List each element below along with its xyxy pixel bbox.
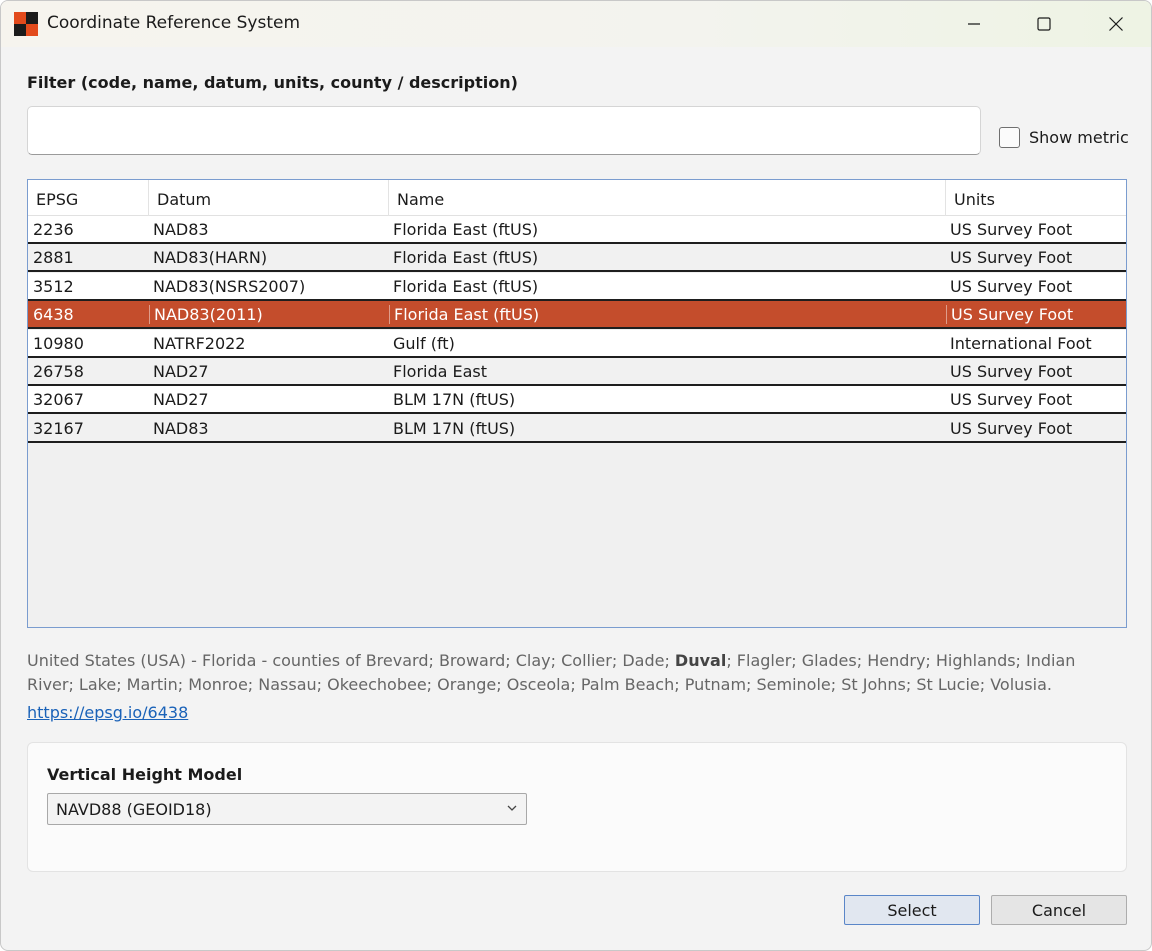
vertical-height-select[interactable]: NAVD88 (GEOID18)	[47, 793, 527, 825]
table-header: EPSG Datum Name Units	[28, 180, 1126, 216]
table-row[interactable]: 3512 NAD83(NSRS2007) Florida East (ftUS) US…	[28, 272, 1126, 301]
table-row[interactable]: 26758 NAD27 Florida East US Survey Foot	[28, 358, 1126, 386]
chevron-down-icon	[507, 805, 517, 811]
cell-epsg: 26758	[33, 362, 84, 381]
vertical-height-label: Vertical Height Model	[47, 765, 243, 784]
cell-units: US Survey Foot	[950, 276, 1073, 296]
cell-units: International Foot	[950, 333, 1092, 353]
vertical-height-selected: NAVD88 (GEOID18)	[56, 800, 212, 819]
column-header-datum[interactable]: Datum	[149, 180, 389, 216]
cell-name: BLM 17N (ftUS)	[393, 390, 516, 410]
maximize-icon	[1037, 17, 1051, 31]
title-bar[interactable]: Coordinate Reference System	[1, 1, 1151, 47]
app-logo-icon	[14, 12, 38, 36]
close-button[interactable]	[1081, 1, 1151, 47]
cancel-button[interactable]: Cancel	[991, 895, 1127, 925]
cell-units: US Survey Foot	[950, 248, 1073, 268]
cell-epsg: 3512	[33, 276, 74, 296]
cell-name: Florida East (ftUS)	[389, 305, 539, 325]
vertical-height-panel: Vertical Height Model NAVD88 (GEOID18)	[27, 742, 1127, 872]
table-row[interactable]: 2881 NAD83(HARN) Florida East (ftUS) US Sur…	[28, 244, 1126, 273]
select-button[interactable]: Select	[844, 895, 980, 925]
column-header-epsg[interactable]: EPSG	[28, 180, 149, 216]
filter-input[interactable]	[27, 106, 981, 155]
cell-name: BLM 17N (ftUS)	[393, 418, 516, 438]
table-row[interactable]: 6438 NAD83(2011) Florida East (ftUS) US Sur…	[28, 301, 1126, 330]
description-text-before: United States (USA) - Florida - counties…	[27, 651, 675, 670]
cell-datum: NAD83	[153, 418, 209, 438]
minimize-button[interactable]	[939, 1, 1009, 47]
crs-dialog: Coordinate Reference System Filter (code…	[0, 0, 1152, 951]
cell-epsg: 10980	[33, 333, 84, 353]
column-header-units[interactable]: Units	[946, 180, 1126, 216]
show-metric-toggle[interactable]: Show metric	[999, 127, 1129, 148]
cell-datum: NATRF2022	[153, 333, 246, 353]
filter-label: Filter (code, name, datum, units, county…	[27, 73, 518, 92]
cell-units: US Survey Foot	[946, 305, 1073, 325]
cell-epsg: 32067	[33, 390, 84, 410]
cell-epsg: 32167	[33, 418, 84, 438]
column-header-name[interactable]: Name	[389, 180, 946, 216]
cell-datum: NAD27	[153, 390, 209, 410]
cell-units: US Survey Foot	[950, 390, 1073, 410]
table-row[interactable]: 2236 NAD83 Florida East (ftUS) US Survey Fo…	[28, 216, 1126, 244]
show-metric-label: Show metric	[1029, 128, 1129, 147]
cell-datum: NAD83(NSRS2007)	[153, 276, 306, 296]
cell-units: US Survey Foot	[950, 418, 1073, 438]
window-title: Coordinate Reference System	[47, 13, 300, 33]
cell-datum: NAD83(HARN)	[153, 248, 268, 268]
cell-units: US Survey Foot	[950, 362, 1073, 381]
cell-datum: NAD27	[153, 362, 209, 381]
table-row[interactable]: 10980 NATRF2022 Gulf (ft) International Foo…	[28, 329, 1126, 358]
table-row[interactable]: 32067 NAD27 BLM 17N (ftUS) US Survey Foot	[28, 386, 1126, 415]
cell-name: Gulf (ft)	[393, 333, 455, 353]
cell-epsg: 2881	[33, 248, 74, 268]
cell-epsg: 2236	[33, 220, 74, 239]
cell-name: Florida East (ftUS)	[393, 220, 539, 239]
show-metric-checkbox[interactable]	[999, 127, 1020, 148]
minimize-icon	[968, 23, 980, 25]
epsg-link[interactable]: https://epsg.io/6438	[27, 703, 188, 722]
cell-datum: NAD83(2011)	[149, 305, 263, 325]
cell-name: Florida East (ftUS)	[393, 276, 539, 296]
cell-epsg: 6438	[33, 305, 74, 325]
cell-name: Florida East (ftUS)	[393, 248, 539, 268]
crs-description: United States (USA) - Florida - counties…	[27, 649, 1127, 697]
cell-units: US Survey Foot	[950, 220, 1073, 239]
description-highlight: Duval	[674, 651, 727, 670]
crs-table[interactable]: EPSG Datum Name Units 2236 NAD83 Florida E…	[27, 179, 1127, 628]
cell-datum: NAD83	[153, 220, 209, 239]
table-row[interactable]: 32167 NAD83 BLM 17N (ftUS) US Survey Foot	[28, 414, 1126, 443]
cell-name: Florida East	[393, 362, 488, 381]
close-icon	[1109, 17, 1123, 31]
maximize-button[interactable]	[1009, 1, 1079, 47]
